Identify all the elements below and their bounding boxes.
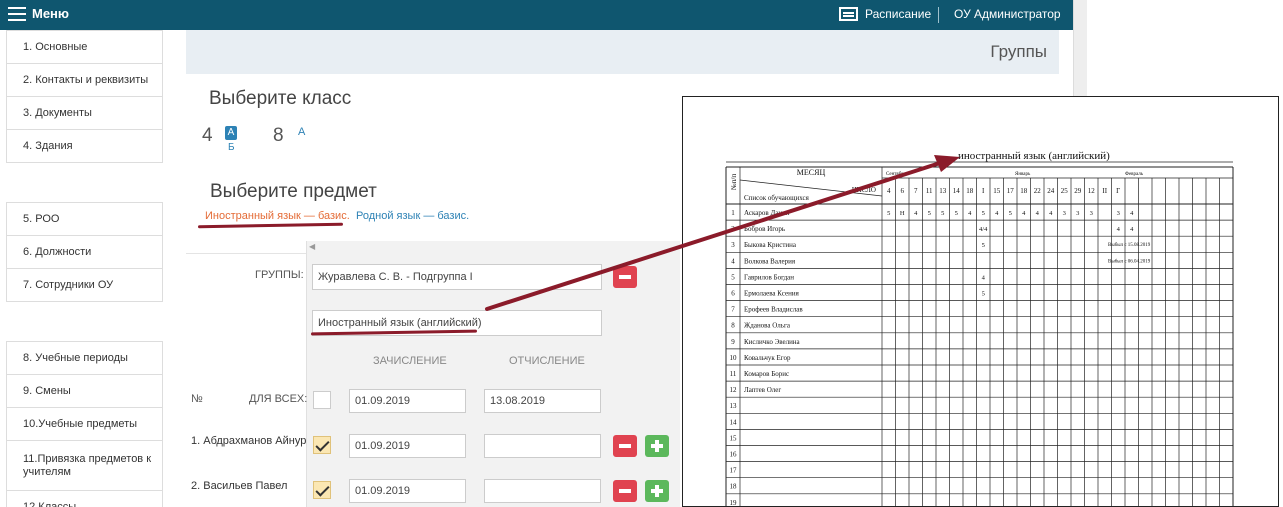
annotation-arrow xyxy=(485,155,960,311)
arrow-line xyxy=(485,161,942,311)
arrow-head xyxy=(934,155,960,172)
